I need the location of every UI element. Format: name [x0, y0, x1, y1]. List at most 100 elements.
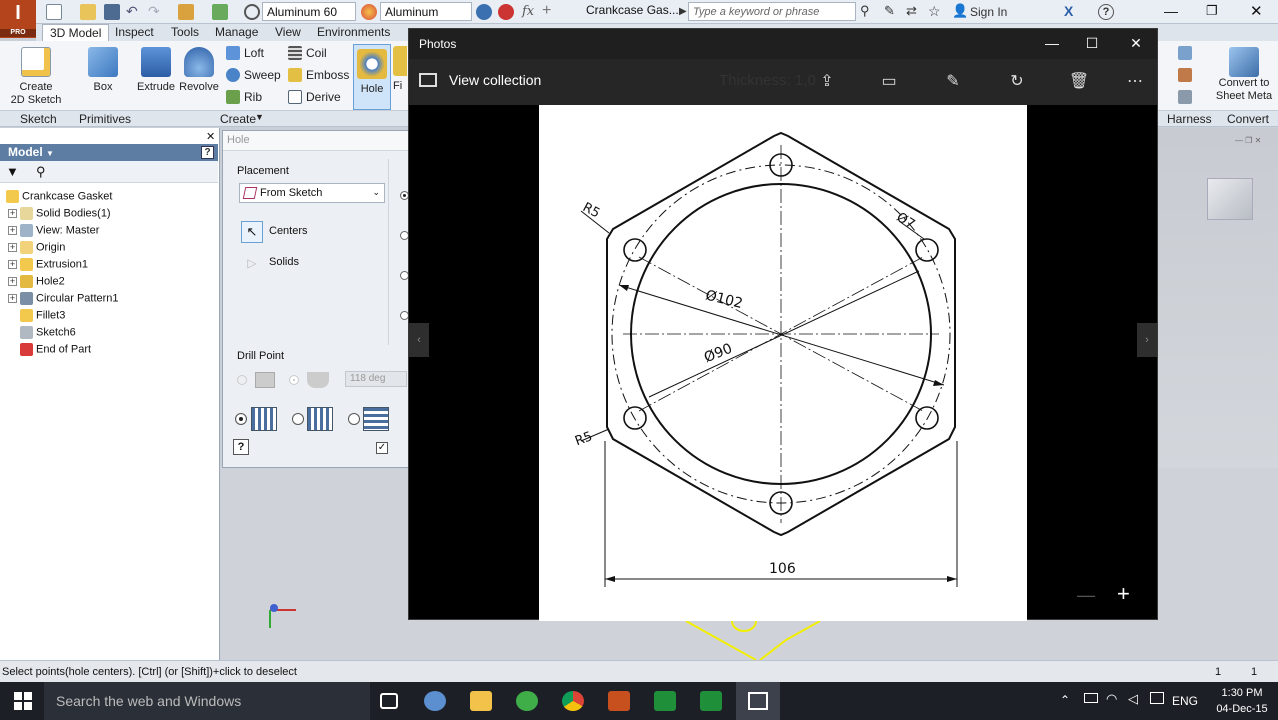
adjust-icon[interactable]	[476, 4, 492, 20]
close-panel-icon[interactable]: ✕	[206, 130, 215, 143]
help-small-icon[interactable]: ?	[201, 146, 214, 159]
tray-expand-icon[interactable]: ⌃	[1060, 693, 1070, 707]
tab-manage[interactable]: Manage	[208, 24, 265, 41]
loft-button[interactable]: Loft	[224, 43, 284, 63]
inventor-taskbar-icon[interactable]	[608, 691, 630, 711]
filter-icon[interactable]: ▼	[6, 164, 19, 179]
close-button[interactable]: ✕	[1250, 2, 1263, 20]
material-dropdown[interactable]: Aluminum 60	[262, 2, 356, 21]
radio-flat-drill[interactable]	[237, 375, 247, 385]
update-icon[interactable]	[212, 4, 228, 20]
expand-toggle-icon[interactable]: +	[8, 243, 17, 252]
drill-angle-field[interactable]: 118 deg	[345, 371, 407, 387]
tree-item[interactable]: + Origin	[8, 241, 65, 258]
slideshow-icon[interactable]: ▭	[877, 71, 901, 93]
battery-icon[interactable]	[1084, 693, 1098, 703]
tab-view[interactable]: View	[268, 24, 308, 41]
expand-toggle-icon[interactable]: +	[8, 209, 17, 218]
save-icon[interactable]	[104, 4, 120, 20]
expand-toggle-icon[interactable]: +	[8, 277, 17, 286]
delete-trash-icon[interactable]: 🗑	[1067, 71, 1091, 93]
sweep-button[interactable]: Sweep	[224, 65, 284, 85]
photos-maximize-button[interactable]: ☐	[1077, 35, 1107, 52]
dialog-help-button[interactable]: ?	[233, 439, 249, 455]
volume-icon[interactable]: ◁	[1128, 691, 1138, 707]
viewcube[interactable]	[1207, 178, 1253, 220]
plus-icon[interactable]: +	[542, 3, 558, 20]
restore-button[interactable]: ❐	[1206, 3, 1218, 19]
app-logo[interactable]: I PRO	[0, 0, 36, 38]
group-create[interactable]: Create	[220, 112, 256, 126]
undo-icon[interactable]: ↶	[126, 4, 142, 20]
convert-sheet-metal-button[interactable]: Convert to Sheet Meta	[1212, 43, 1276, 103]
zoom-in-button[interactable]: +	[1117, 581, 1130, 607]
create-2d-sketch-button[interactable]: Create 2D Sketch	[4, 43, 68, 107]
select-icon[interactable]	[178, 4, 194, 20]
language-indicator[interactable]: ENG	[1172, 694, 1198, 708]
tree-item[interactable]: + View: Master	[8, 224, 99, 241]
settings-app-icon[interactable]	[424, 691, 446, 711]
radio-termination-3[interactable]	[348, 413, 360, 425]
sign-in-link[interactable]: Sign In	[970, 5, 1007, 19]
extrude-button[interactable]: Extrude	[136, 43, 176, 94]
redo-icon[interactable]: ↷	[148, 4, 164, 20]
viewport-window-controls-icon[interactable]: — ❐ ✕	[1235, 136, 1261, 145]
tree-item[interactable]: Crankcase Gasket	[6, 190, 112, 207]
clear-icon[interactable]	[498, 4, 514, 20]
coil-button[interactable]: Coil	[286, 43, 350, 63]
tab-environments[interactable]: Environments	[310, 24, 397, 41]
emboss-button[interactable]: Emboss	[286, 65, 350, 85]
photos-close-button[interactable]: ✕	[1121, 35, 1151, 52]
favorites-star-icon[interactable]: ☆	[928, 4, 944, 20]
fillet-button[interactable]: Fi	[393, 46, 407, 110]
open-folder-icon[interactable]	[80, 4, 96, 20]
help-search-input[interactable]: Type a keyword or phrase	[688, 2, 856, 21]
radio-termination-2[interactable]	[292, 413, 304, 425]
harness-tool-3[interactable]	[1176, 87, 1200, 107]
rotate-icon[interactable]: ↻	[1005, 71, 1029, 93]
expand-toggle-icon[interactable]: +	[8, 294, 17, 303]
tab-3d-model[interactable]: 3D Model	[42, 24, 110, 41]
notification-icon[interactable]	[1150, 692, 1164, 704]
wifi-icon[interactable]: ◠	[1106, 691, 1117, 707]
tree-item[interactable]: + Circular Pattern1	[8, 292, 119, 309]
group-harness[interactable]: Harness	[1167, 112, 1212, 126]
tree-item[interactable]: + Hole2	[8, 275, 65, 292]
appearance-dropdown[interactable]: Aluminum	[380, 2, 472, 21]
harness-tool-1[interactable]	[1176, 43, 1200, 63]
exchange-icon[interactable]: ⇄	[906, 4, 922, 20]
share-icon[interactable]: ⇪	[815, 71, 839, 93]
radio-angle-drill[interactable]	[289, 375, 299, 385]
group-convert[interactable]: Convert	[1227, 112, 1269, 126]
photos-minimize-button[interactable]: —	[1037, 35, 1067, 51]
group-create-expand-icon[interactable]: ▼	[255, 112, 264, 122]
find-icon[interactable]: ⚲	[36, 164, 46, 180]
chrome-icon[interactable]	[562, 691, 584, 711]
photos-taskbar-button[interactable]	[736, 682, 780, 720]
task-view-icon[interactable]	[380, 693, 398, 709]
help-icon[interactable]: ?	[1098, 4, 1114, 20]
model-browser-header[interactable]: Model ▼ ?	[0, 144, 218, 161]
green-app-icon[interactable]	[516, 691, 538, 711]
tree-item[interactable]: + Extrusion1	[8, 258, 88, 275]
tab-inspect[interactable]: Inspect	[108, 24, 161, 41]
binoculars-icon[interactable]: ⚲	[860, 4, 876, 20]
box-button[interactable]: Box	[82, 43, 124, 94]
camtasia-icon-1[interactable]	[654, 691, 676, 711]
zoom-out-button[interactable]: —	[1077, 585, 1095, 606]
new-file-icon[interactable]	[46, 4, 62, 20]
parameters-icon[interactable]: fx	[522, 4, 538, 20]
tab-tools[interactable]: Tools	[164, 24, 206, 41]
rib-button[interactable]: Rib	[224, 87, 284, 107]
harness-tool-2[interactable]	[1176, 65, 1200, 85]
previous-photo-button[interactable]: ‹	[409, 323, 429, 357]
tree-item[interactable]: Fillet3	[8, 309, 65, 326]
view-collection-button[interactable]: View collection	[449, 72, 541, 88]
hole-button[interactable]: Hole	[353, 44, 391, 110]
taskbar-search-box[interactable]: Search the web and Windows	[44, 682, 370, 720]
group-primitives[interactable]: Primitives	[79, 112, 131, 126]
expand-toggle-icon[interactable]: +	[8, 226, 17, 235]
windows-start-icon[interactable]	[14, 692, 32, 710]
expand-toggle-icon[interactable]: +	[8, 260, 17, 269]
preview-checkbox[interactable]: ✓	[376, 442, 388, 454]
